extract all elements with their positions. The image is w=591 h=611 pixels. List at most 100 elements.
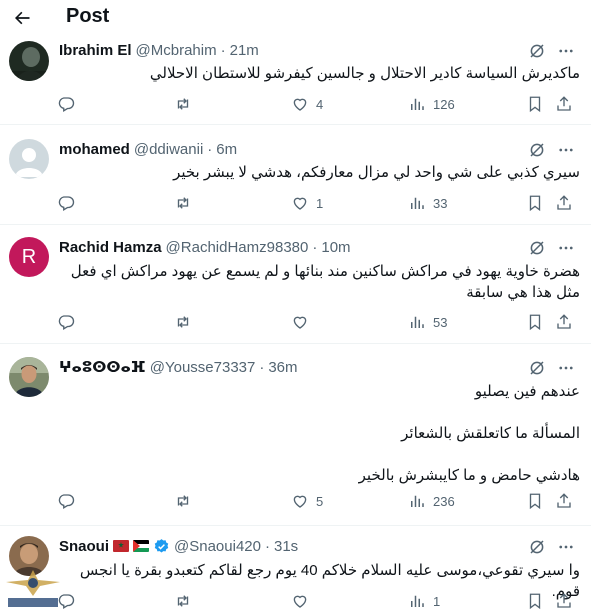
share-icon (557, 195, 571, 210)
avatar[interactable] (9, 41, 49, 81)
like-button[interactable]: 1 (291, 192, 323, 214)
bookmark-button[interactable] (526, 93, 544, 115)
more-icon[interactable] (554, 357, 578, 379)
like-icon (293, 197, 307, 210)
post-time[interactable]: 21m (230, 42, 259, 59)
author-name[interactable]: Rachid Hamza (59, 239, 162, 256)
reply-post[interactable]: ⵖⴰⵓⵙⵙⴰⴼ @Yousse73337 · 36m عندهم فين يصل… (0, 344, 591, 526)
post-text-line: عندهم فين يصليو (474, 383, 580, 400)
author-handle[interactable]: @Yousse73337 (150, 359, 256, 376)
reply-post[interactable]: Ibrahim El @Mcbrahim · 21m ماكديرش السيا… (0, 36, 591, 125)
repost-button[interactable] (174, 93, 192, 115)
avatar[interactable]: R (9, 237, 49, 277)
author-handle[interactable]: @Mcbrahim (136, 42, 217, 59)
separator-dot: · (312, 238, 318, 256)
author-name[interactable]: mohamed (59, 141, 130, 158)
views-count: 53 (433, 314, 448, 330)
author-name[interactable]: Snaoui (59, 538, 109, 555)
reply-button[interactable] (57, 311, 75, 333)
post-text-line: مثل هذا هي سابقة (466, 284, 580, 301)
bookmark-button[interactable] (526, 311, 544, 333)
like-button[interactable] (291, 590, 309, 611)
like-count: 1 (316, 195, 324, 211)
views-icon (411, 316, 424, 328)
author-row: Ibrahim El @Mcbrahim · 21m (59, 40, 259, 60)
post-actions: 5 236 (57, 490, 582, 512)
bookmark-button[interactable] (526, 192, 544, 214)
page-title: Post (66, 5, 110, 27)
like-count: 4 (316, 96, 324, 112)
post-time[interactable]: 36m (268, 359, 297, 376)
post-actions: 53 (57, 311, 582, 333)
share-button[interactable] (555, 311, 573, 333)
like-icon (293, 595, 307, 608)
like-button[interactable]: 5 (291, 490, 323, 512)
back-arrow-icon[interactable] (8, 4, 36, 32)
share-button[interactable] (555, 490, 573, 512)
separator-dot: · (259, 358, 265, 376)
reply-button[interactable] (57, 192, 75, 214)
views-button[interactable]: 53 (408, 311, 447, 333)
repost-icon (177, 495, 189, 507)
more-icon[interactable] (554, 536, 578, 558)
post-actions: 4 126 (57, 93, 582, 115)
repost-button[interactable] (174, 192, 192, 214)
post-time[interactable]: 31s (274, 538, 298, 555)
author-name[interactable]: Ibrahim El (59, 42, 132, 59)
views-count: 126 (433, 96, 455, 112)
bookmark-button[interactable] (526, 490, 544, 512)
views-button[interactable]: 236 (408, 490, 455, 512)
more-icon[interactable] (554, 40, 578, 62)
avatar[interactable] (9, 357, 49, 397)
reply-post[interactable]: Snaoui @Snaoui420 · 31s وا سيري تقوعي،مو… (0, 526, 591, 611)
views-button[interactable]: 126 (408, 93, 455, 115)
like-button[interactable]: 4 (291, 93, 323, 115)
share-button[interactable] (555, 93, 573, 115)
post-text-line: ماكديرش السياسة كادير الاحتلال و جالسين … (149, 65, 580, 82)
avatar[interactable] (9, 139, 49, 179)
separator-dot: · (220, 41, 226, 59)
grok-icon[interactable] (526, 40, 548, 62)
grok-icon[interactable] (526, 139, 548, 161)
post-header: Post (0, 0, 591, 36)
post-text: سيري كذبي على شي واحد لي مزال معارفكم، ه… (59, 162, 580, 183)
share-icon (557, 314, 571, 329)
forum-watermark-logo (2, 566, 64, 611)
author-row: ⵖⴰⵓⵙⵙⴰⴼ @Yousse73337 · 36m (59, 357, 298, 377)
reply-button[interactable] (57, 93, 75, 115)
more-icon[interactable] (554, 237, 578, 259)
grok-icon[interactable] (526, 536, 548, 558)
post-text: عندهم فين يصليو المسألة ما كاتعلقش بالشع… (59, 381, 580, 486)
reply-icon (58, 315, 75, 330)
bookmark-icon (529, 96, 541, 113)
share-button[interactable] (555, 590, 573, 611)
author-name[interactable]: ⵖⴰⵓⵙⵙⴰⴼ (59, 358, 146, 376)
reply-button[interactable] (57, 490, 75, 512)
views-button[interactable]: 1 (408, 590, 440, 611)
share-button[interactable] (555, 192, 573, 214)
views-button[interactable]: 33 (408, 192, 447, 214)
views-count: 1 (433, 593, 441, 609)
grok-icon[interactable] (526, 237, 548, 259)
reply-icon (58, 97, 75, 112)
author-handle[interactable]: @ddiwanii (134, 141, 203, 158)
author-row: mohamed @ddiwanii · 6m (59, 139, 237, 159)
repost-button[interactable] (174, 311, 192, 333)
reply-post[interactable]: mohamed @ddiwanii · 6m سيري كذبي على شي … (0, 125, 591, 225)
reply-post[interactable]: R Rachid Hamza @RachidHamz98380 · 10m هض… (0, 225, 591, 344)
bookmark-button[interactable] (526, 590, 544, 611)
post-time[interactable]: 10m (321, 239, 350, 256)
author-handle[interactable]: @Snaoui420 (174, 538, 261, 555)
grok-icon[interactable] (526, 357, 548, 379)
reply-icon (58, 494, 75, 509)
post-text-line: المسألة ما كاتعلقش بالشعائر (401, 425, 580, 442)
author-handle[interactable]: @RachidHamz98380 (166, 239, 309, 256)
more-icon[interactable] (554, 139, 578, 161)
like-button[interactable] (291, 311, 309, 333)
bookmark-icon (529, 593, 541, 610)
repost-button[interactable] (174, 590, 192, 611)
repost-button[interactable] (174, 490, 192, 512)
verified-badge-icon (154, 538, 169, 553)
share-icon (557, 96, 571, 111)
post-time[interactable]: 6m (216, 141, 237, 158)
